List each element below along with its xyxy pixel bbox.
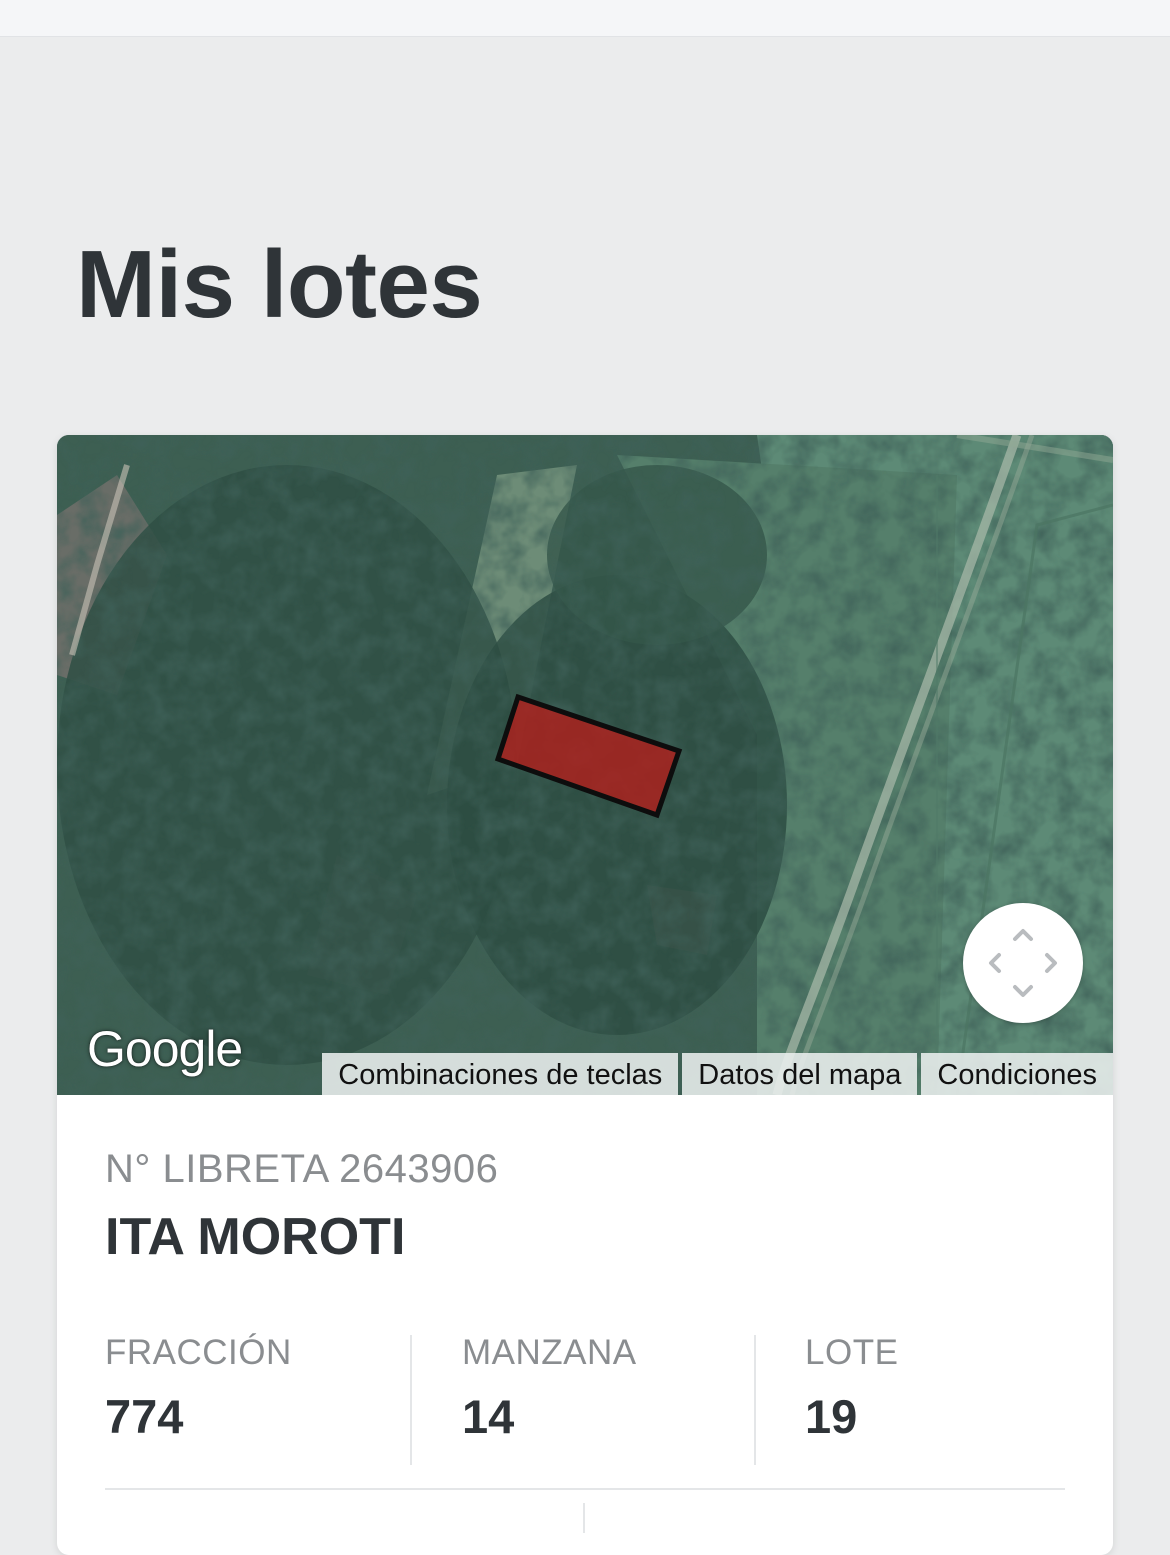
google-logo: Google — [87, 1021, 243, 1077]
stat-value: 14 — [462, 1390, 515, 1443]
keyboard-shortcuts-link[interactable]: Combinaciones de teclas — [322, 1053, 679, 1095]
stat-divider — [410, 1335, 412, 1465]
libreta-number: N° LIBRETA 2643906 — [105, 1147, 499, 1191]
lot-stats: FRACCIÓN 774 MANZANA 14 LOTE 19 — [57, 1333, 1113, 1465]
satellite-imagery — [57, 435, 1113, 1095]
fullscreen-arrows-icon — [989, 929, 1057, 997]
stat-divider — [754, 1335, 756, 1465]
terms-link[interactable]: Condiciones — [921, 1053, 1113, 1095]
top-bar — [0, 0, 1170, 37]
page-title: Mis lotes — [76, 231, 483, 338]
stat-label: MANZANA — [462, 1333, 637, 1372]
stat-value: 19 — [805, 1390, 858, 1443]
lot-card[interactable]: Google Combinaciones de teclas Datos del… — [57, 435, 1113, 1555]
map-view[interactable]: Google Combinaciones de teclas Datos del… — [57, 435, 1113, 1095]
stat-fraccion: FRACCIÓN 774 — [105, 1333, 292, 1465]
stat-lote: LOTE 19 — [805, 1333, 898, 1465]
stat-value: 774 — [105, 1390, 184, 1443]
stat-manzana: MANZANA 14 — [462, 1333, 637, 1465]
lot-details: N° LIBRETA 2643906 ITA MOROTI FRACCIÓN 7… — [57, 1095, 1113, 1555]
fullscreen-button[interactable] — [963, 903, 1083, 1023]
divider — [105, 1488, 1065, 1490]
stat-label: LOTE — [805, 1333, 899, 1372]
map-footer: Combinaciones de teclas Datos del mapa C… — [322, 1053, 1113, 1095]
stat-divider — [583, 1503, 585, 1533]
stat-label: FRACCIÓN — [105, 1333, 292, 1372]
lot-name: ITA MOROTI — [105, 1208, 406, 1266]
map-data-link[interactable]: Datos del mapa — [682, 1053, 918, 1095]
